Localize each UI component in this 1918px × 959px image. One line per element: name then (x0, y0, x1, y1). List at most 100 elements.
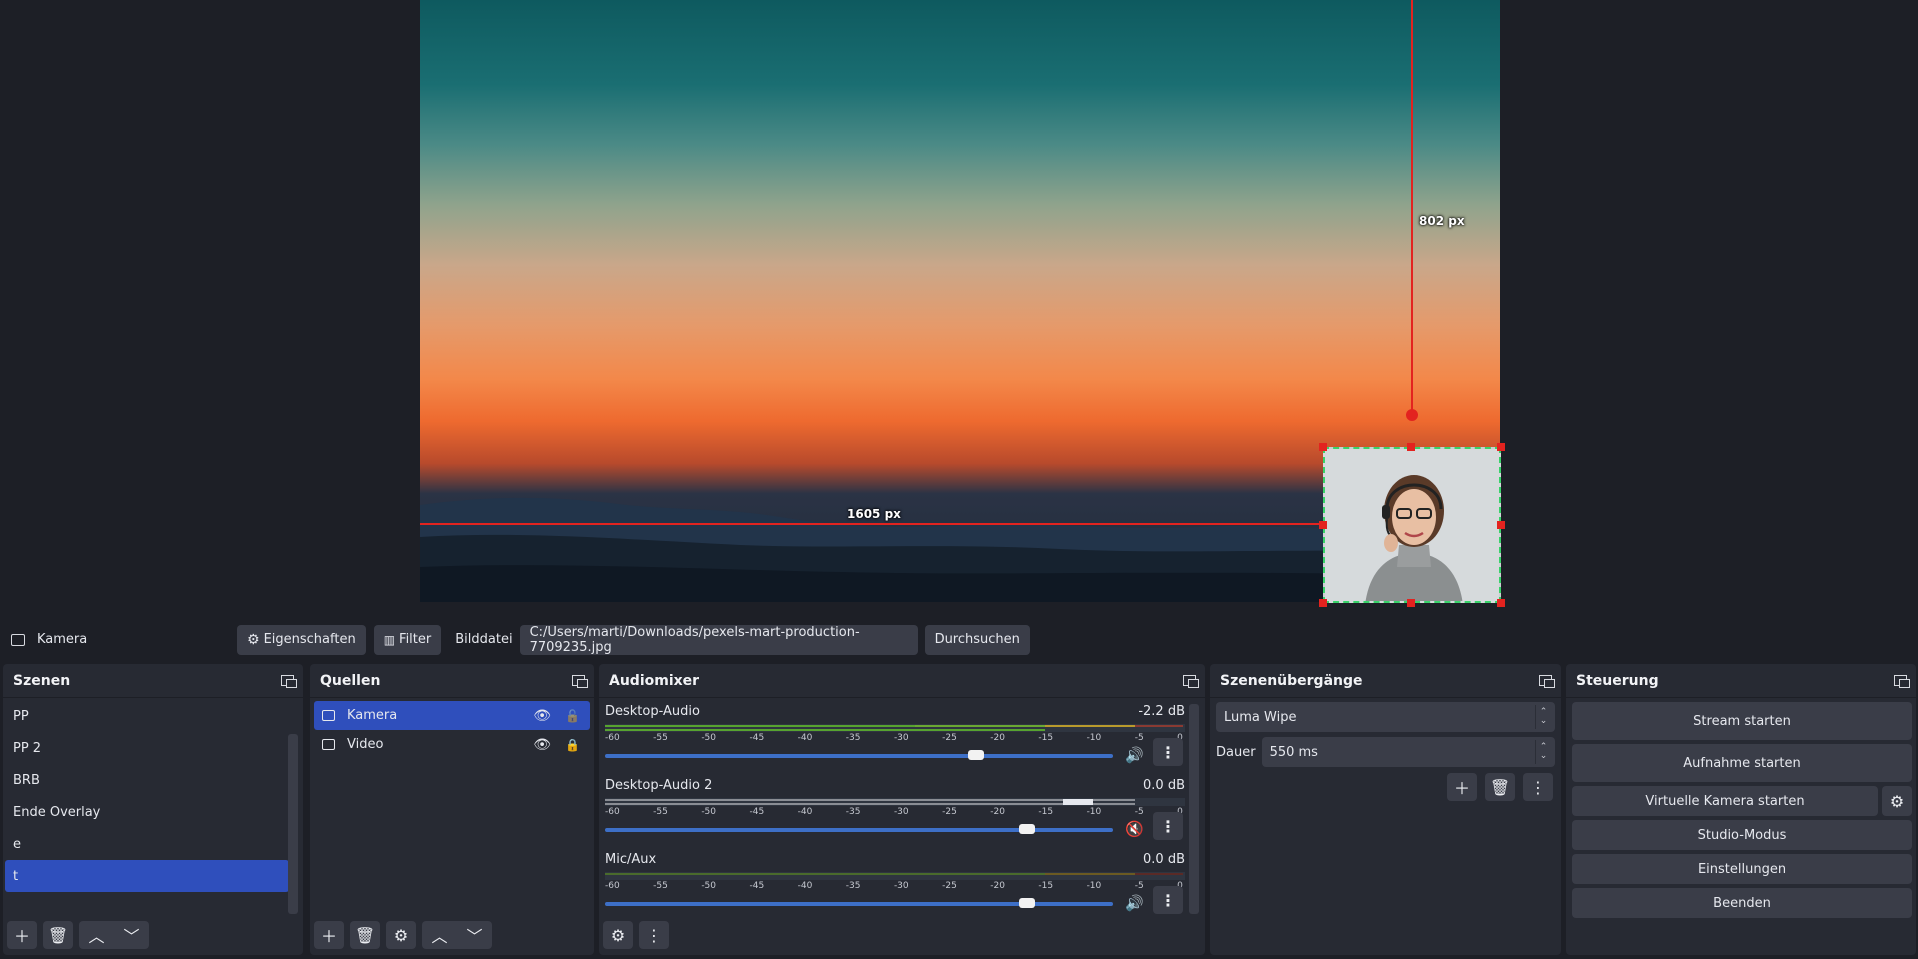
add-source-button[interactable]: ＋ (314, 921, 344, 949)
channel-db: 0.0 dB (1143, 852, 1185, 867)
remove-scene-button[interactable]: 🗑 (43, 921, 73, 949)
audio-channel: Mic/Aux 0.0 dB -60 -55 -50 -45 -40 -35 -30 -25-… (599, 846, 1205, 920)
move-scene-buttons[interactable]: ︿ ﹀ (79, 921, 149, 949)
transition-menu-button[interactable]: ⋮ (1523, 773, 1553, 801)
studio-mode-button[interactable]: Studio-Modus (1572, 820, 1912, 850)
channel-menu-button[interactable]: ⋮ (1153, 812, 1183, 840)
virtual-camera-settings-button[interactable]: ⚙ (1882, 786, 1912, 816)
scenes-toolbar: ＋ 🗑 ︿ ﹀ (7, 921, 149, 949)
settings-button[interactable]: Einstellungen (1572, 854, 1912, 884)
channel-db: -2.2 dB (1138, 704, 1185, 719)
transition-selected-value: Luma Wipe (1224, 709, 1297, 725)
audio-scrollbar[interactable] (1189, 704, 1199, 914)
undock-icon[interactable] (1894, 674, 1910, 688)
volume-meter (605, 798, 1185, 806)
image-file-path-field[interactable]: C:/Users/marti/Downloads/pexels-mart-pro… (519, 624, 918, 655)
filter-button[interactable]: ▥ Filter (373, 624, 442, 655)
undock-icon[interactable] (281, 674, 297, 688)
resize-handle[interactable] (1319, 521, 1327, 529)
lock-icon[interactable]: 🔒 (565, 738, 580, 752)
exit-button[interactable]: Beenden (1572, 888, 1912, 918)
preview-area[interactable]: 1605 px 802 px (0, 0, 1918, 610)
scene-item-selected[interactable]: t (5, 860, 289, 892)
start-virtual-camera-button[interactable]: Virtuelle Kamera starten (1572, 786, 1878, 816)
undock-icon[interactable] (572, 674, 588, 688)
resize-handle[interactable] (1319, 443, 1327, 451)
filter-label: Filter (399, 632, 432, 647)
channel-name: Desktop-Audio (605, 704, 700, 719)
audio-mixer-title: Audiomixer (609, 672, 700, 689)
scene-item[interactable]: Ende Overlay (5, 796, 289, 828)
scene-item[interactable]: PP (5, 700, 289, 732)
resize-handle[interactable] (1407, 599, 1415, 607)
scenes-header: Szenen (3, 664, 303, 698)
select-arrows-icon: ⌃ ⌄ (1535, 705, 1551, 729)
kebab-icon: ⋮ (1160, 816, 1176, 836)
fader-knob[interactable] (968, 750, 984, 760)
eye-icon[interactable]: 👁 (533, 737, 551, 753)
scene-item[interactable]: PP 2 (5, 732, 289, 764)
channel-menu-button[interactable]: ⋮ (1153, 738, 1183, 766)
scene-item[interactable]: e (5, 828, 289, 860)
speaker-icon[interactable]: 🔊 (1125, 746, 1144, 764)
source-item-selected[interactable]: Kamera 👁 🔓 (314, 701, 590, 730)
resize-handle[interactable] (1497, 599, 1505, 607)
properties-button[interactable]: ⚙ Eigenschaften (237, 624, 366, 655)
guide-anchor-dot (1406, 409, 1418, 421)
resize-handle[interactable] (1497, 443, 1505, 451)
chevron-up-icon[interactable]: ︿ (88, 923, 104, 947)
distance-guide-horizontal (420, 523, 1323, 525)
image-file-label: Bilddatei (455, 632, 513, 647)
speaker-icon[interactable]: 🔊 (1125, 894, 1144, 912)
camera-source-box[interactable] (1323, 447, 1501, 603)
fader-knob[interactable] (1019, 898, 1035, 908)
filter-icon: ▥ (383, 632, 396, 647)
transition-select[interactable]: Luma Wipe ⌃ ⌄ (1216, 702, 1555, 732)
kebab-icon: ⋮ (1160, 742, 1176, 762)
muted-speaker-icon[interactable]: 🔇 (1125, 820, 1144, 838)
add-scene-button[interactable]: ＋ (7, 921, 37, 949)
volume-fader[interactable] (605, 824, 1113, 834)
add-transition-button[interactable]: ＋ (1447, 773, 1477, 801)
undock-icon[interactable] (1539, 674, 1555, 688)
unlock-icon[interactable]: 🔓 (565, 709, 580, 723)
audio-menu-button[interactable]: ⋮ (639, 921, 669, 949)
start-stream-button[interactable]: Stream starten (1572, 702, 1912, 740)
duration-label: Dauer (1216, 744, 1256, 760)
resize-handle[interactable] (1319, 599, 1327, 607)
audio-toolbar: ⚙ ⋮ (603, 921, 669, 949)
source-properties-button[interactable]: ⚙ (386, 921, 416, 949)
chevron-down-icon[interactable]: ﹀ (123, 923, 139, 947)
start-recording-button[interactable]: Aufnahme starten (1572, 744, 1912, 782)
fader-knob[interactable] (1019, 824, 1035, 834)
controls-title: Steuerung (1576, 672, 1659, 689)
advanced-audio-button[interactable]: ⚙ (603, 921, 633, 949)
undock-icon[interactable] (1183, 674, 1199, 688)
channel-name: Desktop-Audio 2 (605, 778, 713, 793)
selected-source-name: Kamera (37, 632, 88, 647)
volume-fader[interactable] (605, 898, 1113, 908)
controls-header: Steuerung (1566, 664, 1916, 698)
sources-list: Kamera 👁 🔓 Video 👁 🔒 (310, 698, 594, 759)
duration-spinbox[interactable]: 550 ms ⌃ ⌄ (1261, 737, 1555, 767)
remove-transition-button[interactable]: 🗑 (1485, 773, 1515, 801)
resize-handle[interactable] (1497, 521, 1505, 529)
source-item[interactable]: Video 👁 🔒 (314, 730, 590, 759)
sources-dock: Quellen Kamera 👁 🔓 Video 👁 🔒 ＋ 🗑 ⚙ ︿ ﹀ (310, 664, 594, 955)
volume-fader[interactable] (605, 750, 1113, 760)
scene-item[interactable]: BRB (5, 764, 289, 796)
channel-menu-button[interactable]: ⋮ (1153, 886, 1183, 914)
kebab-icon: ⋮ (1530, 777, 1546, 797)
remove-source-button[interactable]: 🗑 (350, 921, 380, 949)
source-label: Video (347, 737, 384, 752)
transitions-title: Szenenübergänge (1220, 672, 1363, 689)
eye-icon[interactable]: 👁 (533, 708, 551, 724)
scenes-scrollbar[interactable] (288, 734, 298, 914)
resize-handle[interactable] (1407, 443, 1415, 451)
properties-label: Eigenschaften (263, 632, 356, 647)
move-source-buttons[interactable]: ︿ ﹀ (422, 921, 492, 949)
spin-arrows-icon[interactable]: ⌃ ⌄ (1535, 740, 1551, 764)
chevron-down-icon[interactable]: ﹀ (466, 923, 482, 947)
chevron-up-icon[interactable]: ︿ (431, 923, 447, 947)
browse-button[interactable]: Durchsuchen (924, 624, 1030, 655)
